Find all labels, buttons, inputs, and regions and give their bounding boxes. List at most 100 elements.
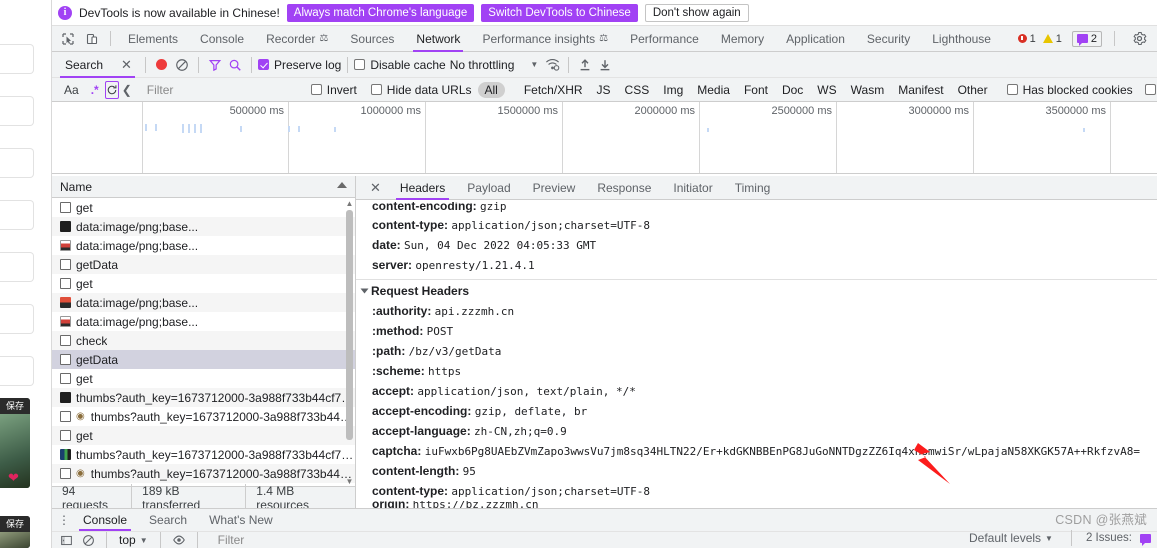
drawer-tab-console[interactable]: Console [72,509,138,531]
table-row[interactable]: data:image/png;base... [52,312,355,331]
export-har-icon[interactable] [595,55,615,75]
filter-type-js[interactable]: JS [590,82,618,98]
table-row[interactable]: getData [52,255,355,274]
device-toolbar-icon[interactable] [80,27,104,51]
tab-performance-insights[interactable]: Performance insights ⚖ [471,26,619,52]
tab-recorder[interactable]: Recorder ⚖ [255,26,339,52]
scroll-down-icon[interactable]: ▼ [345,476,354,486]
tab-performance[interactable]: Performance [619,26,710,52]
match-case-button[interactable]: Aa [58,83,85,97]
tab-preview[interactable]: Preview [522,176,587,200]
tab-console[interactable]: Console [189,26,255,52]
tab-security[interactable]: Security [856,26,921,52]
throttling-select[interactable]: No throttling ▼ [446,58,539,72]
drawer-tab-whats-new[interactable]: What's New [198,509,284,531]
tab-lighthouse[interactable]: Lighthouse [921,26,1002,52]
chevron-down-icon: ▼ [530,60,539,69]
refresh-icon[interactable] [104,80,119,99]
tab-memory[interactable]: Memory [710,26,775,52]
table-row[interactable]: thumbs?auth_key=1673712000-3a988f733b44c… [52,445,355,464]
hide-data-urls-checkbox[interactable]: Hide data URLs [370,83,472,97]
table-row[interactable]: get [52,274,355,293]
tab-network[interactable]: Network [405,26,471,52]
table-row[interactable]: data:image/png;base... [52,236,355,255]
table-row[interactable]: thumbs?auth_key=1673712000-3a988f733b44c… [52,388,355,407]
issues-link[interactable]: 2 Issues: [1086,532,1132,544]
filter-type-all[interactable]: All [477,81,505,98]
tab-payload[interactable]: Payload [456,176,521,200]
search-panel-tab[interactable]: Search ✕ [56,52,139,78]
disable-cache-checkbox[interactable]: Disable cache [354,58,446,72]
table-row-selected[interactable]: getData [52,350,355,369]
scrollbar-thumb[interactable] [346,210,353,440]
invert-checkbox[interactable]: Invert [310,83,357,97]
switch-devtools-to-chinese-button[interactable]: Switch DevTools to Chinese [481,3,638,22]
log-levels-select[interactable]: Default levels ▼ [965,531,1057,545]
tab-elements[interactable]: Elements [117,26,189,52]
tab-sources[interactable]: Sources [339,26,405,52]
table-row[interactable]: get [52,369,355,388]
filter-type-media[interactable]: Media [690,82,737,98]
console-sidebar-icon[interactable] [56,530,76,548]
inspect-element-icon[interactable] [56,27,80,51]
network-overview-timeline[interactable]: 500000 ms 1000000 ms 1500000 ms 2000000 … [52,102,1157,174]
filter-type-font[interactable]: Font [737,82,775,98]
execution-context-select[interactable]: top ▼ [115,533,152,547]
table-row[interactable]: get [52,426,355,445]
tab-application[interactable]: Application [775,26,856,52]
page-thumbnail-2[interactable]: 保存 [0,516,30,548]
preserve-log-checkbox[interactable]: Preserve log [257,58,341,72]
filter-input[interactable] [144,80,303,99]
filter-type-manifest[interactable]: Manifest [891,82,950,98]
filter-type-ws[interactable]: WS [810,82,843,98]
filter-type-fetch-xhr[interactable]: Fetch/XHR [517,82,590,98]
error-warning-counter[interactable]: 1 1 [1014,31,1066,47]
table-row[interactable]: check [52,331,355,350]
clear-console-icon[interactable] [78,530,98,548]
request-list-scrollbar[interactable]: ▲ ▼ [345,198,354,486]
image-icon [60,316,71,327]
dont-show-again-button[interactable]: Don't show again [644,3,749,22]
filter-type-other[interactable]: Other [951,82,995,98]
filter-type-img[interactable]: Img [656,82,690,98]
heart-icon[interactable]: ❤ [8,470,19,486]
always-match-language-button[interactable]: Always match Chrome's language [286,3,475,22]
blocked-requests-checkbox[interactable]: Blocked Requests [1144,83,1157,97]
issues-counter[interactable]: 2 [1071,30,1102,47]
table-row[interactable]: get [52,198,355,217]
console-divider-1 [106,532,107,548]
record-button[interactable] [152,55,172,75]
live-expression-eye-icon[interactable] [169,530,189,548]
network-conditions-icon[interactable] [542,55,562,75]
filter-type-css[interactable]: CSS [618,82,657,98]
table-row[interactable]: data:image/png;base... [52,293,355,312]
tab-timing[interactable]: Timing [724,176,782,200]
filter-icon[interactable] [205,55,225,75]
tab-headers[interactable]: Headers [389,176,456,200]
tab-initiator[interactable]: Initiator [662,176,723,200]
table-row[interactable]: ◉ thumbs?auth_key=1673712000-3a988f733b44… [52,407,355,426]
has-blocked-cookies-checkbox[interactable]: Has blocked cookies [1006,83,1133,97]
search-icon[interactable] [225,55,245,75]
issues-message-icon[interactable] [1140,533,1151,546]
regex-button[interactable]: .* [85,83,105,97]
more-options-icon[interactable]: ⋮ [56,514,72,526]
request-list-header[interactable]: Name [52,176,355,198]
tab-response[interactable]: Response [586,176,662,200]
drawer-tab-search[interactable]: Search [138,509,198,531]
page-thumbnail-1[interactable]: 保存 ❤ [0,398,30,488]
filter-type-doc[interactable]: Doc [775,82,810,98]
import-har-icon[interactable] [575,55,595,75]
table-row[interactable]: data:image/png;base... [52,217,355,236]
close-icon[interactable]: ✕ [121,57,132,73]
collapse-icon[interactable]: ❮ [119,83,135,97]
document-icon [60,411,71,422]
close-details-icon[interactable]: ✕ [362,180,389,196]
scroll-up-icon[interactable]: ▲ [345,198,354,208]
gear-icon[interactable] [1127,27,1151,51]
clear-button[interactable] [172,55,192,75]
filter-type-wasm[interactable]: Wasm [844,82,892,98]
request-headers-section[interactable]: Request Headers [356,279,1157,301]
table-row[interactable]: ◉ thumbs?auth_key=1673712000-3a988f733b44… [52,464,355,483]
console-filter-input[interactable] [215,532,356,548]
